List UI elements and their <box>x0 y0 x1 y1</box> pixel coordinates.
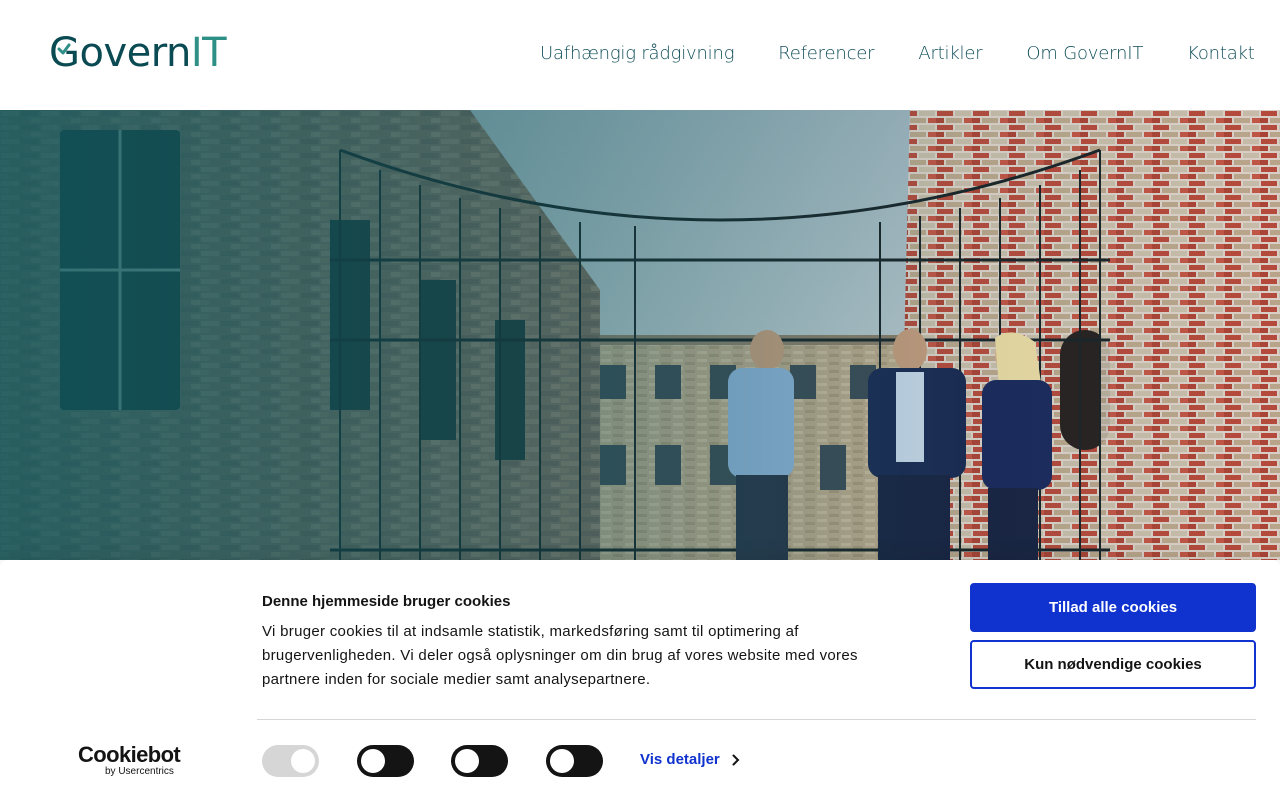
statistics-cookies-toggle[interactable] <box>451 745 508 777</box>
cookiebot-logo[interactable]: Cookiebot by Usercentrics <box>78 744 188 778</box>
main-nav: Uafhængig rådgivning Referencer Artikler… <box>540 43 1255 64</box>
toggle-knob <box>361 749 385 773</box>
necessary-cookies-only-button[interactable]: Kun nødvendige cookies <box>970 640 1256 689</box>
necessary-cookies-toggle <box>262 745 319 777</box>
toggle-knob <box>550 749 574 773</box>
cookie-title: Denne hjemmeside bruger cookies <box>262 593 511 610</box>
divider <box>257 719 1256 720</box>
checkmark-icon <box>57 43 71 55</box>
hero-image <box>0 110 1280 560</box>
chevron-right-icon <box>732 754 740 765</box>
nav-item-referencer[interactable]: Referencer <box>778 43 874 64</box>
show-details-link[interactable]: Vis detaljer <box>640 751 740 768</box>
nav-item-kontakt[interactable]: Kontakt <box>1187 43 1255 64</box>
toggle-knob <box>291 749 315 773</box>
nav-item-artikler[interactable]: Artikler <box>918 43 982 64</box>
toggle-knob <box>455 749 479 773</box>
allow-all-cookies-button[interactable]: Tillad alle cookies <box>970 583 1256 632</box>
cookie-consent-banner: Cookiebot by Usercentrics Denne hjemmesi… <box>0 560 1280 800</box>
preferences-cookies-toggle[interactable] <box>357 745 414 777</box>
nav-item-uafhaengig-raadgivning[interactable]: Uafhængig rådgivning <box>540 43 734 64</box>
marketing-cookies-toggle[interactable] <box>546 745 603 777</box>
show-details-label: Vis detaljer <box>640 751 720 768</box>
governit-logo[interactable]: GovernIT <box>49 30 227 78</box>
logo-wordmark: GovernIT <box>49 30 227 76</box>
cookie-description: Vi bruger cookies til at indsamle statis… <box>262 623 858 688</box>
nav-item-om-governit[interactable]: Om GovernIT <box>1026 43 1143 64</box>
site-header: GovernIT Uafhængig rådgivning Referencer… <box>0 0 1280 110</box>
